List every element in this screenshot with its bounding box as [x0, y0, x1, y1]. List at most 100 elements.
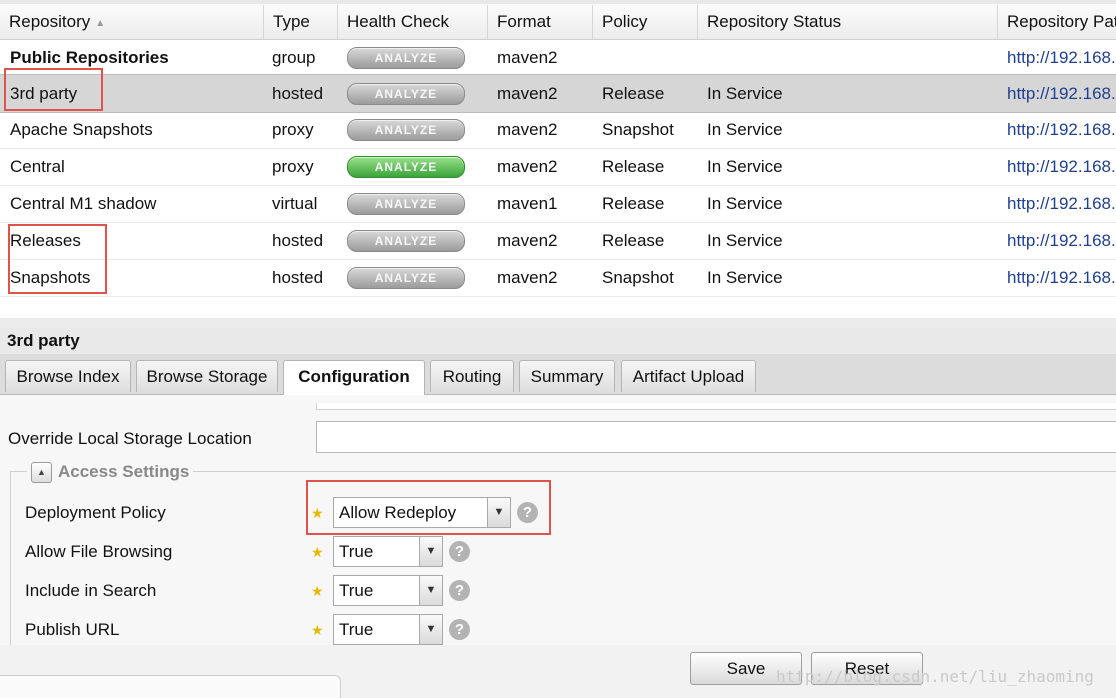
- column-header-repository-path[interactable]: Repository Pat: [998, 5, 1116, 39]
- file-browsing-select[interactable]: True ▼: [333, 536, 443, 567]
- override-storage-label: Override Local Storage Location: [8, 429, 252, 448]
- tab-routing[interactable]: Routing: [430, 360, 514, 392]
- repository-path-link[interactable]: http://192.168.2: [997, 148, 1116, 185]
- clipped-field-above: [316, 403, 1116, 410]
- access-settings-fieldset: ▲ Access Settings: [10, 460, 1116, 645]
- bottom-panel-tab: [0, 675, 341, 698]
- required-star-icon: ★: [311, 505, 324, 521]
- column-header-repository-status[interactable]: Repository Status: [698, 5, 998, 39]
- repository-type: virtual: [272, 194, 318, 213]
- repository-path-link[interactable]: http://192.168.2: [997, 185, 1116, 222]
- include-search-value: True: [339, 581, 374, 600]
- include-search-select[interactable]: True ▼: [333, 575, 443, 606]
- tab-configuration[interactable]: Configuration: [283, 360, 425, 395]
- required-star-icon: ★: [311, 622, 324, 638]
- repository-path-link[interactable]: http://192.168.2: [997, 75, 1116, 112]
- repository-status: In Service: [707, 268, 783, 287]
- watermark-text: http://blog.csdn.net/liu_zhaoming: [776, 667, 1094, 686]
- configuration-form: Override Local Storage Location ▲ Access…: [0, 395, 1116, 645]
- help-icon[interactable]: ?: [449, 541, 470, 562]
- column-header-type[interactable]: Type: [264, 5, 338, 39]
- analyze-button[interactable]: ANALYZE: [347, 230, 465, 252]
- repository-name: Apache Snapshots: [10, 120, 153, 139]
- column-header-policy[interactable]: Policy: [593, 5, 698, 39]
- repository-format: maven2: [497, 48, 558, 67]
- repository-status: In Service: [707, 157, 783, 176]
- repository-type: proxy: [272, 120, 314, 139]
- collapse-section-icon[interactable]: ▲: [31, 461, 52, 483]
- chevron-down-icon[interactable]: ▼: [487, 498, 510, 527]
- table-row[interactable]: Releases hosted ANALYZE maven2 Release I…: [0, 222, 1116, 260]
- repository-status: In Service: [707, 120, 783, 139]
- override-storage-input[interactable]: [316, 421, 1116, 453]
- publish-url-select[interactable]: True ▼: [333, 614, 443, 645]
- table-row[interactable]: Central M1 shadow virtual ANALYZE maven1…: [0, 185, 1116, 223]
- repository-status: In Service: [707, 84, 783, 103]
- table-row[interactable]: Central proxy ANALYZE maven2 Release In …: [0, 148, 1116, 186]
- help-icon[interactable]: ?: [517, 502, 538, 523]
- analyze-button[interactable]: ANALYZE: [347, 47, 465, 69]
- analyze-button-active[interactable]: ANALYZE: [347, 156, 465, 178]
- access-settings-legend: ▲ Access Settings: [27, 460, 194, 484]
- repository-format: maven2: [497, 157, 558, 176]
- repository-path-link[interactable]: http://192.168.2: [997, 259, 1116, 296]
- repository-grid: Repository ▲ Type Health Check Format Pol…: [0, 0, 1116, 319]
- tab-browse-storage[interactable]: Browse Storage: [136, 360, 278, 392]
- repository-name: Releases: [10, 231, 81, 250]
- grid-top-border: [0, 0, 1116, 4]
- tab-browse-index[interactable]: Browse Index: [5, 360, 131, 392]
- repository-type: hosted: [272, 268, 324, 287]
- repository-type: hosted: [272, 84, 324, 103]
- tab-artifact-upload[interactable]: Artifact Upload: [621, 360, 756, 392]
- required-star-icon: ★: [311, 544, 324, 560]
- repository-policy: Release: [602, 194, 665, 213]
- table-row-selected[interactable]: 3rd party hosted ANALYZE maven2 Release …: [0, 74, 1116, 113]
- table-row[interactable]: Public Repositories group ANALYZE maven2…: [0, 39, 1116, 77]
- table-row[interactable]: Snapshots hosted ANALYZE maven2 Snapshot…: [0, 259, 1116, 297]
- deployment-policy-select[interactable]: Allow Redeploy ▼: [333, 497, 511, 528]
- required-star-icon: ★: [311, 583, 324, 599]
- repository-policy: Release: [602, 157, 665, 176]
- analyze-button[interactable]: ANALYZE: [347, 119, 465, 141]
- chevron-down-icon[interactable]: ▼: [419, 615, 442, 644]
- repository-path-link[interactable]: http://192.168.2: [997, 39, 1116, 76]
- help-icon[interactable]: ?: [449, 619, 470, 640]
- repository-format: maven2: [497, 84, 558, 103]
- analyze-button[interactable]: ANALYZE: [347, 193, 465, 215]
- repository-name: Central M1 shadow: [10, 194, 157, 213]
- sort-ascending-icon: ▲: [95, 18, 106, 29]
- repository-policy: Snapshot: [602, 268, 674, 287]
- column-header-health-check[interactable]: Health Check: [338, 5, 488, 39]
- repository-type: hosted: [272, 231, 324, 250]
- repository-name: 3rd party: [10, 84, 78, 103]
- publish-url-value: True: [339, 620, 374, 639]
- repository-path-link[interactable]: http://192.168.2: [997, 222, 1116, 259]
- table-row[interactable]: Apache Snapshots proxy ANALYZE maven2 Sn…: [0, 111, 1116, 149]
- tab-summary[interactable]: Summary: [519, 360, 615, 392]
- repository-format: maven2: [497, 268, 558, 287]
- help-icon[interactable]: ?: [449, 580, 470, 601]
- chevron-down-icon[interactable]: ▼: [419, 537, 442, 566]
- panel-splitter[interactable]: [0, 318, 1116, 328]
- deployment-policy-value: Allow Redeploy: [339, 503, 457, 522]
- publish-url-label: Publish URL: [25, 620, 120, 639]
- repository-status: [697, 39, 997, 76]
- column-header-label: Repository: [9, 12, 91, 31]
- access-settings-title: Access Settings: [58, 462, 190, 481]
- column-header-repository[interactable]: Repository ▲: [0, 5, 264, 39]
- analyze-button[interactable]: ANALYZE: [347, 83, 465, 105]
- chevron-down-icon[interactable]: ▼: [419, 576, 442, 605]
- repository-type: group: [272, 48, 316, 67]
- repository-policy: Release: [602, 231, 665, 250]
- repository-policy: Release: [602, 84, 665, 103]
- repository-format: maven1: [497, 194, 558, 213]
- column-header-format[interactable]: Format: [488, 5, 593, 39]
- analyze-button[interactable]: ANALYZE: [347, 267, 465, 289]
- file-browsing-value: True: [339, 542, 374, 561]
- detail-tab-bar: Browse Index Browse Storage Configuratio…: [0, 354, 1116, 395]
- repository-name: Central: [10, 157, 65, 176]
- repository-policy: Snapshot: [602, 120, 674, 139]
- deployment-policy-label: Deployment Policy: [25, 503, 166, 522]
- repository-policy: [592, 39, 697, 76]
- repository-path-link[interactable]: http://192.168.2: [997, 111, 1116, 148]
